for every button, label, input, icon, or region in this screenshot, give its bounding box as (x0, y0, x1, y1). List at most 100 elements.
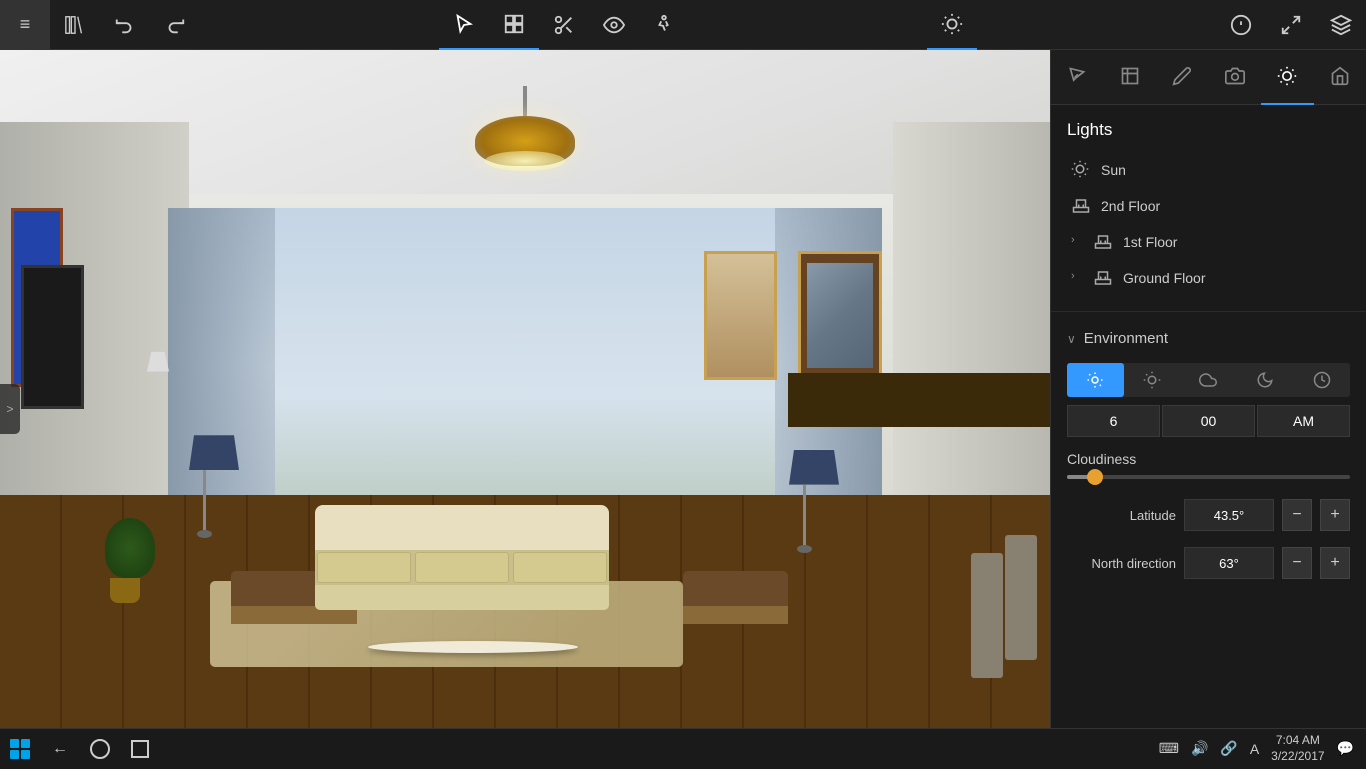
info-button[interactable] (1216, 0, 1266, 50)
environment-section: ∨ Environment (1051, 311, 1366, 597)
env-type-clock[interactable] (1293, 363, 1350, 397)
env-type-night[interactable] (1237, 363, 1294, 397)
apps-square-button[interactable] (120, 729, 160, 769)
light-item-1st-floor[interactable]: › 1st Floor (1051, 224, 1366, 260)
latitude-input[interactable]: 43.5° (1184, 499, 1274, 531)
select-button[interactable] (439, 0, 489, 50)
env-type-cloudy[interactable] (1180, 363, 1237, 397)
library-button[interactable] (50, 0, 100, 50)
pencil-icon (1172, 66, 1192, 86)
home-circle-button[interactable] (80, 729, 120, 769)
sun-light-icon (1071, 160, 1091, 180)
cloudiness-row: Cloudiness (1051, 443, 1366, 491)
expand-button[interactable] (1266, 0, 1316, 50)
network-icon[interactable]: 🔗 (1220, 740, 1237, 757)
artwork-1-inner (807, 263, 873, 368)
cloudiness-slider[interactable] (1067, 475, 1350, 479)
language-icon[interactable]: A (1250, 741, 1259, 757)
right-panel: Lights Sun (1050, 50, 1366, 768)
keyboard-icon[interactable]: ⌨ (1159, 740, 1179, 757)
cube-icon (1330, 14, 1352, 36)
collapse-icon: > (6, 402, 13, 416)
light-item-2nd-floor[interactable]: 2nd Floor (1051, 188, 1366, 224)
panel-build-button[interactable] (1104, 50, 1157, 105)
objects-button[interactable] (489, 0, 539, 50)
taskbar-time-display: 7:04 AM (1271, 733, 1324, 749)
volume-icon[interactable]: 🔊 (1191, 740, 1208, 757)
wall-lamp (147, 352, 172, 382)
curtain-left (168, 208, 275, 524)
chandelier (465, 86, 585, 166)
env-type-clear[interactable] (1067, 363, 1124, 397)
cloudiness-thumb[interactable] (1087, 469, 1103, 485)
undo-button[interactable] (100, 0, 150, 50)
taskbar-clock[interactable]: 7:04 AM 3/22/2017 (1271, 733, 1324, 764)
latitude-row: Latitude 43.5° − + (1051, 491, 1366, 539)
environment-types (1067, 363, 1350, 397)
3d-viewport[interactable]: > (0, 50, 1050, 768)
north-direction-row: North direction 63° − + (1051, 539, 1366, 587)
window-view (275, 208, 775, 524)
eye-icon (603, 14, 625, 36)
env-type-sunny[interactable] (1124, 363, 1181, 397)
3d-button[interactable] (1316, 0, 1366, 50)
time-minutes-input[interactable]: 00 (1162, 405, 1255, 437)
select-icon (453, 13, 475, 35)
artwork-2 (704, 251, 778, 380)
lamp-pole-left (203, 470, 206, 530)
artwork-2-inner (707, 254, 775, 377)
time-hour-input[interactable]: 6 (1067, 405, 1160, 437)
back-button[interactable]: ← (40, 729, 80, 769)
sun-icon-panel (1277, 66, 1297, 86)
view-button[interactable] (589, 0, 639, 50)
light-item-ground-floor[interactable]: › Ground Floor (1051, 260, 1366, 296)
environment-chevron: ∨ (1067, 332, 1076, 346)
panel-draw-button[interactable] (1156, 50, 1209, 105)
redo-button[interactable] (150, 0, 200, 50)
plant-left (105, 518, 145, 603)
north-direction-minus-button[interactable]: − (1282, 547, 1312, 579)
light-item-sun[interactable]: Sun (1051, 152, 1366, 188)
circle-icon (90, 739, 110, 759)
environment-header[interactable]: ∨ Environment (1051, 322, 1366, 355)
ground-floor-icon (1093, 268, 1113, 288)
latitude-label: Latitude (1067, 508, 1176, 523)
time-ampm-input[interactable]: AM (1257, 405, 1350, 437)
cut-button[interactable] (539, 0, 589, 50)
camera-icon (1225, 66, 1245, 86)
collapse-panel-button[interactable]: > (0, 384, 20, 434)
lights-title: Lights (1051, 120, 1366, 152)
start-button[interactable] (0, 729, 40, 769)
menu-button[interactable]: ≡ (0, 0, 50, 50)
coffee-table (368, 641, 578, 653)
sofa (315, 505, 609, 610)
notification-icon[interactable]: 💬 (1337, 740, 1354, 757)
panel-home-button[interactable] (1314, 50, 1366, 105)
sun-button[interactable] (927, 0, 977, 50)
dining-area (788, 373, 1051, 732)
latitude-plus-button[interactable]: + (1320, 499, 1350, 531)
walk-button[interactable] (639, 0, 689, 50)
panel-paint-button[interactable] (1051, 50, 1104, 105)
lamp-shade-left (189, 435, 239, 470)
2nd-floor-label: 2nd Floor (1101, 198, 1160, 214)
panel-sun-button[interactable] (1261, 50, 1314, 105)
sun-item-label: Sun (1101, 162, 1126, 178)
1st-floor-label: 1st Floor (1123, 234, 1177, 250)
armchair-right-back (683, 571, 788, 606)
north-direction-input[interactable]: 63° (1184, 547, 1274, 579)
sofa-cushion-2 (415, 552, 509, 583)
expand-icon (1280, 14, 1302, 36)
top-toolbar: ≡ (0, 0, 1366, 50)
north-direction-plus-button[interactable]: + (1320, 547, 1350, 579)
latitude-minus-button[interactable]: − (1282, 499, 1312, 531)
undo-icon (114, 14, 136, 36)
cut-icon (553, 14, 575, 36)
cloudiness-label: Cloudiness (1067, 451, 1350, 467)
panel-camera-button[interactable] (1209, 50, 1262, 105)
sun-icon-toolbar (941, 13, 963, 35)
walk-icon (653, 14, 675, 36)
lamp-base-left (197, 530, 212, 538)
1st-floor-icon (1093, 232, 1113, 252)
tv (21, 265, 84, 409)
